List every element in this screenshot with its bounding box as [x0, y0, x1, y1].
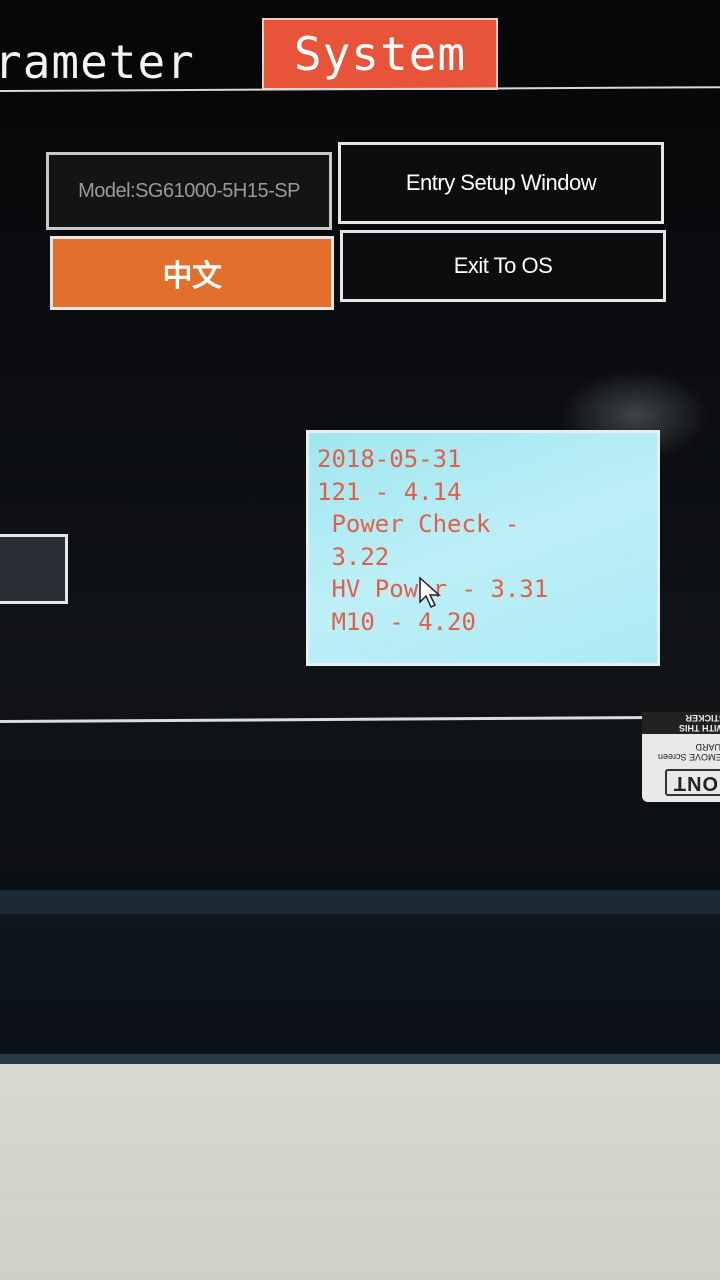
version-line: M10 - 4.20 — [317, 607, 476, 636]
device-screen: rameter System Model:SG61000-5H15-SP Ent… — [0, 0, 720, 890]
version-line: 3.22 — [317, 542, 390, 571]
model-display: Model:SG61000-5H15-SP — [46, 152, 332, 230]
side-panel-button[interactable] — [0, 534, 68, 604]
version-info-panel: 2018-05-31 121 - 4.14 Power Check - 3.22 … — [306, 430, 660, 666]
version-line: 121 - 4.14 — [317, 477, 462, 506]
entry-setup-label: Entry Setup Window — [405, 170, 597, 195]
tab-system[interactable]: System — [262, 18, 498, 90]
footer-divider — [0, 716, 650, 723]
model-label: Model:SG61000-5H15-SP — [78, 179, 300, 202]
monitor-bezel-edge — [0, 1054, 720, 1064]
language-button[interactable]: 中文 — [50, 236, 334, 310]
monitor-bezel — [0, 914, 720, 1054]
exit-label: Exit To OS — [453, 253, 553, 278]
desk-surface — [0, 1064, 720, 1280]
sticker-text-remove: REMOVE Screen GUARD — [657, 742, 720, 762]
monitor-bezel-top — [0, 890, 720, 914]
sticker-text-with: WITH THIS STICKER — [642, 712, 720, 734]
screen-guard-sticker: ONT REMOVE Screen GUARD WITH THIS STICKE… — [642, 712, 720, 802]
tab-system-label: System — [293, 27, 467, 81]
entry-setup-window-button[interactable]: Entry Setup Window — [338, 142, 664, 224]
mouse-cursor-icon — [419, 576, 441, 609]
version-line: HV Power - 3.31 — [331, 575, 549, 603]
tab-parameter[interactable]: rameter — [0, 32, 195, 92]
sticker-text-front: ONT — [664, 769, 720, 796]
version-line: Power Check - — [317, 510, 520, 538]
language-label: 中文 — [162, 260, 223, 293]
version-line: 2018-05-31 — [317, 445, 462, 473]
exit-to-os-button[interactable]: Exit To OS — [340, 230, 666, 302]
